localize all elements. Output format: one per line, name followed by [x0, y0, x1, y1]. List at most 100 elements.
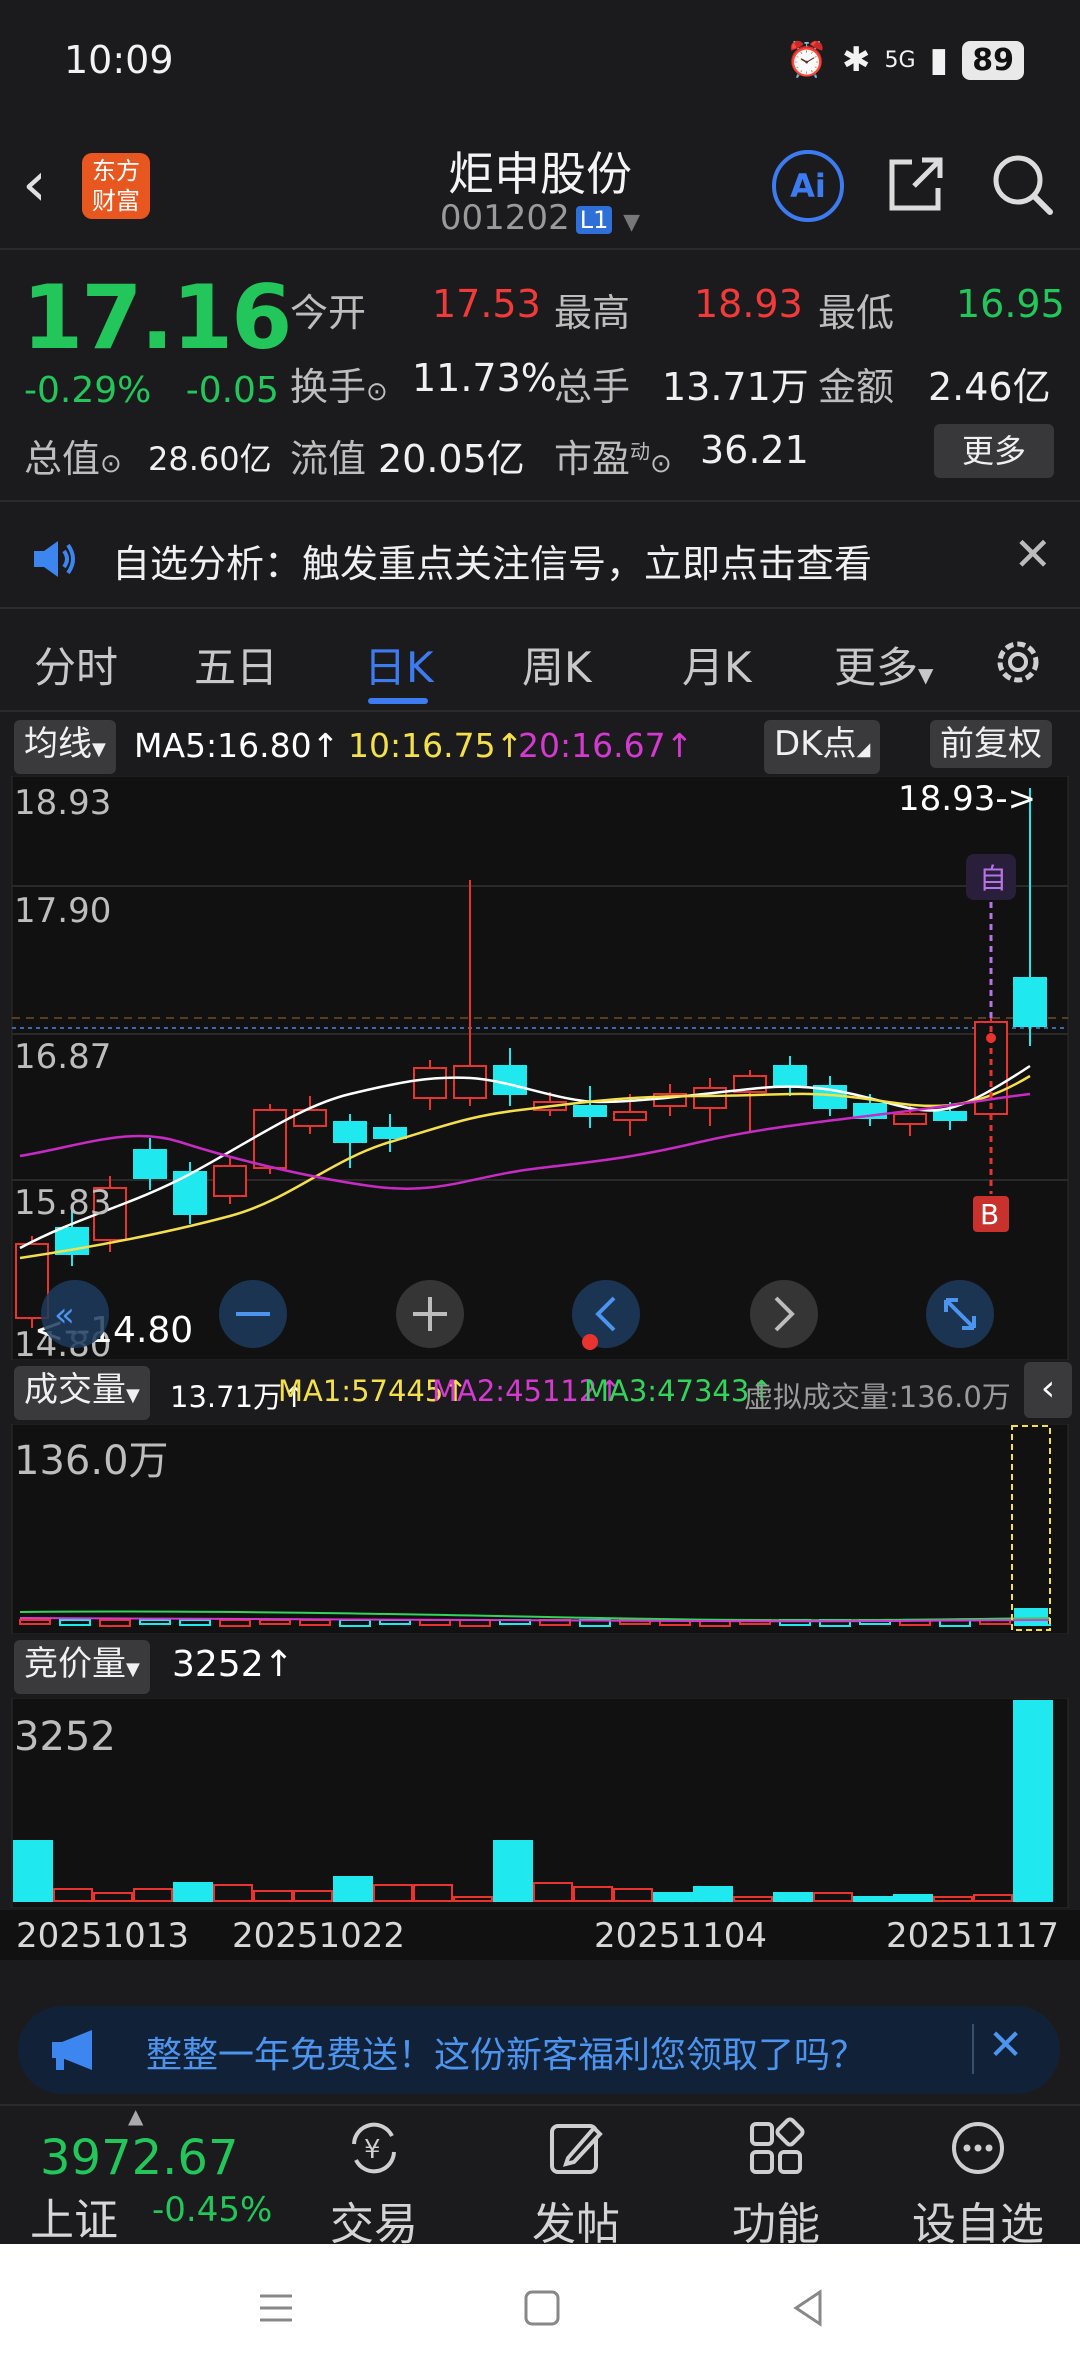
ma5-value: MA5:16.80↑ [134, 726, 340, 765]
period-tabs: 分时 五日 日K 周K 月K 更多▼ [0, 612, 1080, 712]
menu-icon[interactable] [256, 2288, 296, 2328]
amount-label: 金额 [818, 365, 895, 409]
candle-body [453, 1065, 487, 1099]
price-label-2: 17.90 [14, 891, 111, 931]
nav-trade-label: 交易 [330, 2199, 418, 2250]
back-triangle-icon[interactable] [788, 2288, 828, 2328]
notice-bar[interactable]: 自选分析：触发重点关注信号，立即点击查看 ✕ [0, 505, 1080, 609]
auction-bar [853, 1896, 893, 1902]
change-percent: -0.29% [24, 370, 152, 411]
network-label: 5G [884, 47, 916, 73]
volume-chart[interactable]: 136.0万 [0, 1424, 1080, 1634]
pe-label: 市盈动⊙ [554, 437, 672, 481]
candle-body [173, 1171, 207, 1215]
alarm-icon: ⏰ [785, 40, 828, 80]
scroll-right-button[interactable] [750, 1280, 818, 1348]
promo-close-icon[interactable]: ✕ [988, 2020, 1023, 2069]
auction-selector[interactable]: 竞价量▼ [14, 1640, 150, 1694]
open-label: 今开 [290, 291, 367, 335]
volume-selector[interactable]: 成交量▼ [14, 1366, 150, 1420]
system-navigation [0, 2244, 1080, 2376]
auction-bar [493, 1840, 533, 1902]
tab-intraday[interactable]: 分时 [34, 634, 118, 695]
gear-icon[interactable] [990, 634, 1046, 690]
candle-body [573, 1105, 607, 1117]
self-marker: 自 [979, 862, 1007, 895]
auction-chart[interactable]: 3252 [0, 1698, 1080, 1908]
ma10-value: 10:16.75↑ [348, 726, 524, 765]
yuan-cycle-icon: ¥ [352, 2122, 396, 2174]
candle-body [773, 1065, 807, 1087]
open-value: 17.53 [432, 282, 541, 326]
date-label-2: 20251022 [232, 1916, 406, 1956]
tab-more[interactable]: 更多▼ [834, 634, 933, 695]
signal-icon: ▮ [929, 40, 949, 80]
more-button[interactable]: 更多 [934, 424, 1054, 478]
quote-panel: 17.16 -0.29% -0.05 今开 17.53 最高 18.93 最低 … [0, 252, 1080, 502]
candle-body [413, 1067, 447, 1099]
auction-bar [13, 1840, 53, 1902]
share-icon[interactable] [884, 152, 948, 216]
edit-icon [550, 2124, 603, 2174]
candle-body [373, 1127, 407, 1139]
dk-point-button[interactable]: DK点◢ [764, 720, 881, 774]
nav-post-label: 发帖 [532, 2199, 620, 2250]
buy-marker: B [980, 1198, 999, 1231]
collapse-panel-button[interactable]: ‹ [1024, 1362, 1072, 1418]
home-icon[interactable] [522, 2288, 562, 2328]
search-icon[interactable] [988, 150, 1056, 218]
volume-max-label: 136.0万 [14, 1438, 169, 1484]
indicator-selector[interactable]: 均线▼ [14, 720, 116, 774]
candle-body [893, 1113, 927, 1125]
adjust-button[interactable]: 前复权 [930, 720, 1052, 768]
tab-monthly-k[interactable]: 月K [682, 634, 752, 695]
bottom-nav: ▲ 3972.67 上证 -0.45% ¥ 交易 发帖 功能 设自选 [0, 2104, 1080, 2250]
pe-value: 36.21 [700, 428, 809, 472]
scroll-left-button[interactable] [572, 1280, 640, 1348]
volume-bar-today [1014, 1608, 1048, 1626]
notice-text: 自选分析：触发重点关注信号，立即点击查看 [112, 542, 873, 586]
tab-weekly-k[interactable]: 周K [522, 634, 592, 695]
price-change: -0.29% -0.05 [24, 370, 279, 411]
more-dots-icon [952, 2122, 1004, 2174]
nav-post[interactable]: 发帖 [506, 2116, 646, 2252]
float-label: 流值 [290, 437, 367, 481]
turnover-label: 换手⊙ [290, 365, 388, 409]
index-value: 3972.67 [40, 2130, 239, 2186]
scroll-left-fast-button[interactable] [41, 1280, 109, 1348]
mktcap-label: 总值⊙ [24, 437, 122, 481]
close-icon[interactable]: ✕ [1013, 527, 1052, 581]
auction-max-label: 3252 [14, 1714, 116, 1760]
status-bar: 10:09 ⏰ ✱ 5G ▮ 89 [0, 0, 1080, 120]
double-left-icon: « [54, 1295, 75, 1335]
float-value: 20.05亿 [378, 437, 525, 481]
price-label-top: 18.93 [14, 783, 111, 823]
volume-legend: 成交量▼ 13.71万↑ MA1:57445↑ MA2:45112↑ MA3:4… [0, 1362, 1080, 1422]
low-value: 16.95 [956, 282, 1065, 326]
turnover-value: 11.73% [412, 356, 557, 400]
promo-banner[interactable]: 整整一年免费送！这份新客福利您领取了吗？ ✕ [18, 2006, 1060, 2094]
nav-functions[interactable]: 功能 [706, 2116, 846, 2252]
auction-bar [773, 1892, 813, 1902]
date-label-1: 20251013 [16, 1916, 190, 1956]
amount-value: 2.46亿 [928, 365, 1051, 409]
candle-body [933, 1111, 967, 1121]
tab-five-day[interactable]: 五日 [194, 634, 278, 695]
nav-trade[interactable]: ¥ 交易 [304, 2116, 444, 2252]
index-ticker[interactable]: ▲ 3972.67 上证 -0.45% [0, 2104, 290, 2246]
battery-indicator: 89 [962, 40, 1024, 80]
low-label: 最低 [818, 291, 895, 335]
price-label-4: 15.83 [14, 1183, 111, 1223]
nav-add-watchlist-label: 设自选 [912, 2199, 1044, 2250]
last-price: 17.16 [22, 266, 292, 369]
megaphone-icon [52, 2030, 92, 2070]
kline-chart[interactable]: 18.93 17.90 16.87 15.83 14.80 18.93-> <-… [0, 776, 1080, 1360]
candle-body [613, 1111, 647, 1121]
ai-button[interactable]: Ai [772, 150, 844, 222]
svg-text:¥: ¥ [364, 2135, 381, 2165]
mktcap-value: 28.60亿 [148, 440, 272, 478]
tab-daily-k[interactable]: 日K [364, 634, 434, 695]
auction-legend: 竞价量▼ 3252↑ [0, 1636, 1080, 1696]
nav-add-watchlist[interactable]: 设自选 [908, 2116, 1048, 2252]
stock-header: ‹ 东方 财富 炬申股份 001202 L1 ▼ Ai [0, 120, 1080, 250]
